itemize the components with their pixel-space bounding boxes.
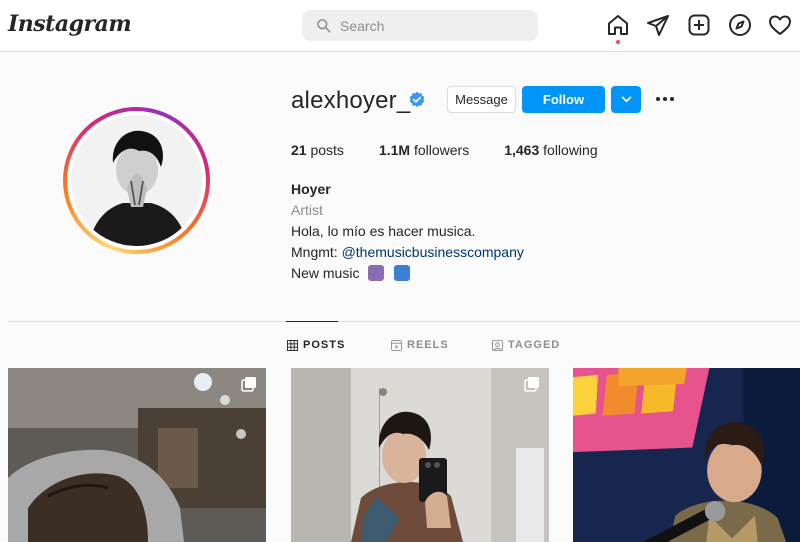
multiple-posts-icon [524,377,539,392]
multiple-posts-icon [241,377,256,392]
post-thumbnail[interactable] [573,368,800,542]
active-tab-indicator [286,321,338,322]
chevron-down-icon [621,96,631,103]
profile-username: alexhoyer_ [291,87,411,114]
post-thumbnail[interactable] [291,368,549,542]
tab-posts[interactable]: POSTS [287,339,345,351]
post-image [573,368,800,542]
story-ring[interactable] [63,107,210,254]
bio-new-music: New music [291,265,411,281]
explore-icon[interactable] [728,13,752,37]
instagram-logo[interactable]: Instagram [8,11,132,37]
tab-reels[interactable]: REELS [391,339,449,351]
bio-text: Hola, lo mío es hacer musica. [291,223,476,239]
profile-avatar[interactable] [71,115,202,246]
follow-button[interactable]: Follow [522,86,605,113]
tagged-icon [492,339,503,351]
bio-management: Mngmt: @themusicbusinesscompany [291,244,524,260]
home-icon[interactable] [606,13,630,37]
post-thumbnail[interactable] [8,368,266,542]
profile-stats: 21 posts 1.1M followers 1,463 following [291,142,633,158]
new-post-icon[interactable] [687,13,711,37]
bio-category: Artist [291,202,323,218]
tabs-divider [8,321,800,322]
soon-arrow-emoji-icon [394,265,411,281]
suggested-accounts-button[interactable] [611,86,641,113]
bio-name: Hoyer [291,181,331,197]
post-image [8,368,266,542]
followers-count[interactable]: 1.1M followers [379,142,469,158]
verified-badge-icon [408,91,426,109]
reels-icon [391,339,402,351]
grid-icon [287,339,298,351]
notification-dot [616,40,620,44]
more-options-icon[interactable] [656,92,678,106]
activity-icon[interactable] [768,13,792,37]
music-emoji-icon [368,265,385,281]
search-icon [317,19,331,33]
search-box[interactable] [302,10,538,41]
tab-tagged[interactable]: TAGGED [492,339,560,351]
message-button[interactable]: Message [447,86,516,113]
posts-count: 21 posts [291,142,344,158]
management-link[interactable]: @themusicbusinesscompany [342,244,524,260]
direct-icon[interactable] [646,13,670,37]
following-count[interactable]: 1,463 following [504,142,597,158]
search-input[interactable] [340,17,520,34]
post-image [291,368,549,542]
top-nav-bar: Instagram [0,0,800,52]
